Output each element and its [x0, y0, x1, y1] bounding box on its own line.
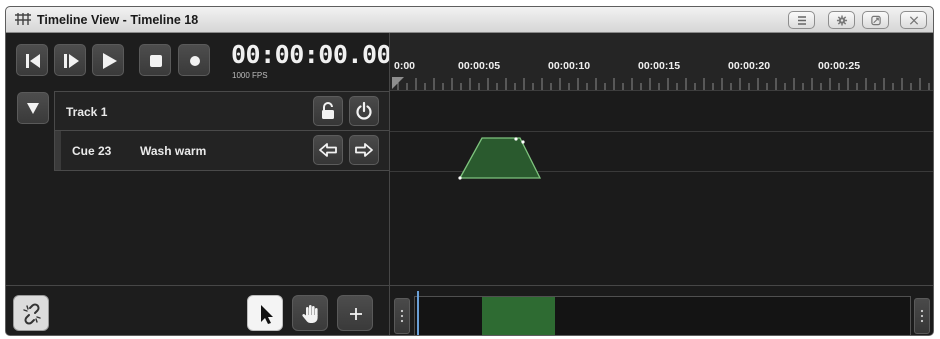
grip-dots-icon	[400, 309, 404, 323]
track-power-button[interactable]	[349, 96, 379, 126]
cue-row[interactable]: Cue 23 Wash warm	[54, 131, 389, 171]
skip-to-start-button[interactable]	[16, 44, 48, 76]
track-row: Track 1	[6, 91, 389, 131]
restore-button[interactable]	[862, 11, 889, 29]
close-icon	[909, 16, 919, 25]
overview-playhead[interactable]	[417, 291, 419, 335]
stop-icon	[150, 55, 162, 67]
hand-icon	[302, 305, 318, 323]
overview-right-handle[interactable]	[914, 298, 930, 334]
menu-button[interactable]	[788, 11, 815, 29]
timeline-panel: 0:00 00:00:05 00:00:10 00:00:15 00:00:20…	[390, 33, 933, 335]
cue-block[interactable]	[390, 91, 933, 211]
close-button[interactable]	[900, 11, 927, 29]
power-icon	[356, 101, 372, 120]
step-forward-icon	[64, 54, 79, 68]
unlock-icon	[322, 102, 334, 119]
skip-to-start-icon	[26, 54, 40, 68]
unlink-button[interactable]	[13, 295, 49, 331]
grip-dots-icon	[920, 309, 924, 323]
time-ruler[interactable]: 0:00 00:00:05 00:00:10 00:00:15 00:00:20…	[390, 33, 933, 91]
window-title: Timeline View - Timeline 18	[37, 13, 199, 27]
select-tool-button[interactable]	[247, 295, 283, 331]
tool-bar	[6, 285, 389, 335]
restore-icon	[871, 15, 881, 26]
timeline-window: Timeline View - Timeline 18 00:00:00.000…	[5, 6, 934, 336]
track-header[interactable]: Track 1	[54, 91, 389, 131]
timeline-area[interactable]	[390, 91, 933, 285]
pointer-icon	[261, 305, 273, 324]
play-button[interactable]	[92, 44, 124, 76]
title-bar: Timeline View - Timeline 18	[6, 7, 933, 33]
record-icon	[190, 56, 200, 66]
add-button[interactable]	[337, 295, 373, 331]
pan-tool-button[interactable]	[292, 295, 328, 331]
track-list-panel: 00:00:00.000 1000 FPS Track 1 Cue 23 Was…	[6, 33, 406, 335]
cue-next-button[interactable]	[349, 135, 379, 165]
ruler-ticks	[392, 77, 930, 90]
arrow-left-icon	[319, 143, 337, 157]
overview-cue-region	[482, 297, 555, 335]
stop-button[interactable]	[139, 44, 171, 76]
menu-lines-icon	[798, 16, 806, 25]
collapse-track-button[interactable]	[17, 92, 49, 124]
timeline-view-icon	[15, 13, 31, 25]
track-name: Track 1	[66, 105, 108, 119]
overview-left-handle[interactable]	[394, 298, 410, 334]
step-forward-button[interactable]	[54, 44, 86, 76]
unlink-icon	[23, 303, 41, 325]
fps-label: 1000 FPS	[232, 71, 268, 80]
timecode-display: 00:00:00.000	[231, 40, 406, 69]
record-button[interactable]	[178, 44, 210, 76]
cue-name: Wash warm	[140, 144, 207, 158]
play-icon	[103, 53, 117, 69]
cue-number: Cue 23	[72, 144, 112, 158]
overview-track[interactable]	[414, 291, 911, 335]
track-lock-button[interactable]	[313, 96, 343, 126]
triangle-down-icon	[27, 103, 39, 114]
plus-icon	[350, 308, 362, 320]
arrow-right-icon	[355, 143, 373, 157]
overview-bar	[390, 285, 933, 335]
cue-indent-bar	[55, 131, 61, 170]
gear-icon	[836, 15, 848, 26]
settings-button[interactable]	[828, 11, 855, 29]
cue-previous-button[interactable]	[313, 135, 343, 165]
